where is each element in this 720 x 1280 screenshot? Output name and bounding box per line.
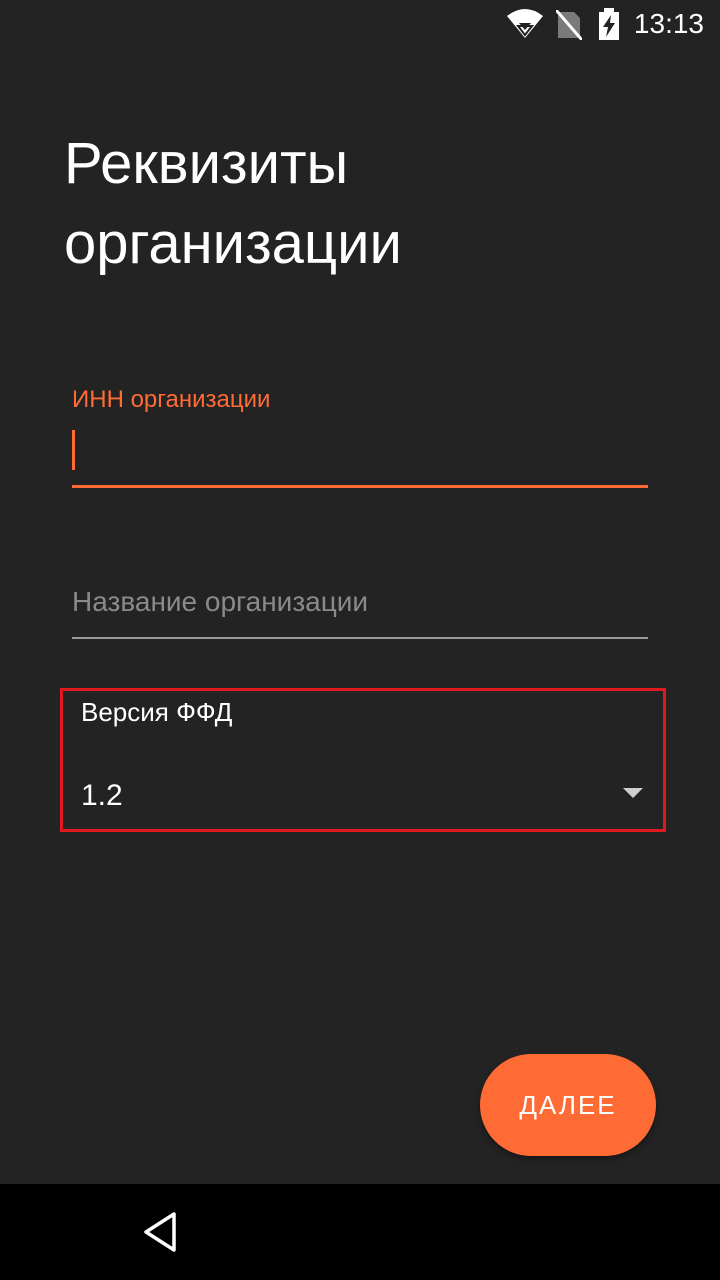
dropdown-arrow-icon[interactable] [623, 788, 643, 798]
org-name-field-underline [72, 637, 648, 639]
next-button[interactable]: ДАЛЕЕ [480, 1054, 656, 1156]
no-sim-icon [556, 10, 582, 40]
wifi-icon [507, 9, 543, 38]
inn-field-underline [72, 485, 648, 488]
ffd-version-label: Версия ФФД [81, 697, 233, 727]
navigation-bar [0, 1184, 720, 1280]
battery-charging-icon [599, 8, 619, 40]
ffd-version-value[interactable]: 1.2 [81, 779, 123, 813]
status-time: 13:13 [633, 8, 704, 39]
page-title: Реквизиты организации [64, 131, 402, 276]
back-icon[interactable] [138, 1210, 182, 1254]
inn-input[interactable] [72, 424, 648, 476]
ffd-version-dropdown[interactable]: Версия ФФД 1.2 [60, 688, 666, 832]
inn-field-label: ИНН организации [72, 386, 271, 413]
status-bar: 13:13 [0, 0, 720, 48]
org-name-field[interactable]: Название организации [72, 570, 648, 642]
org-name-input[interactable] [72, 580, 648, 632]
inn-field[interactable]: ИНН организации [72, 386, 648, 490]
